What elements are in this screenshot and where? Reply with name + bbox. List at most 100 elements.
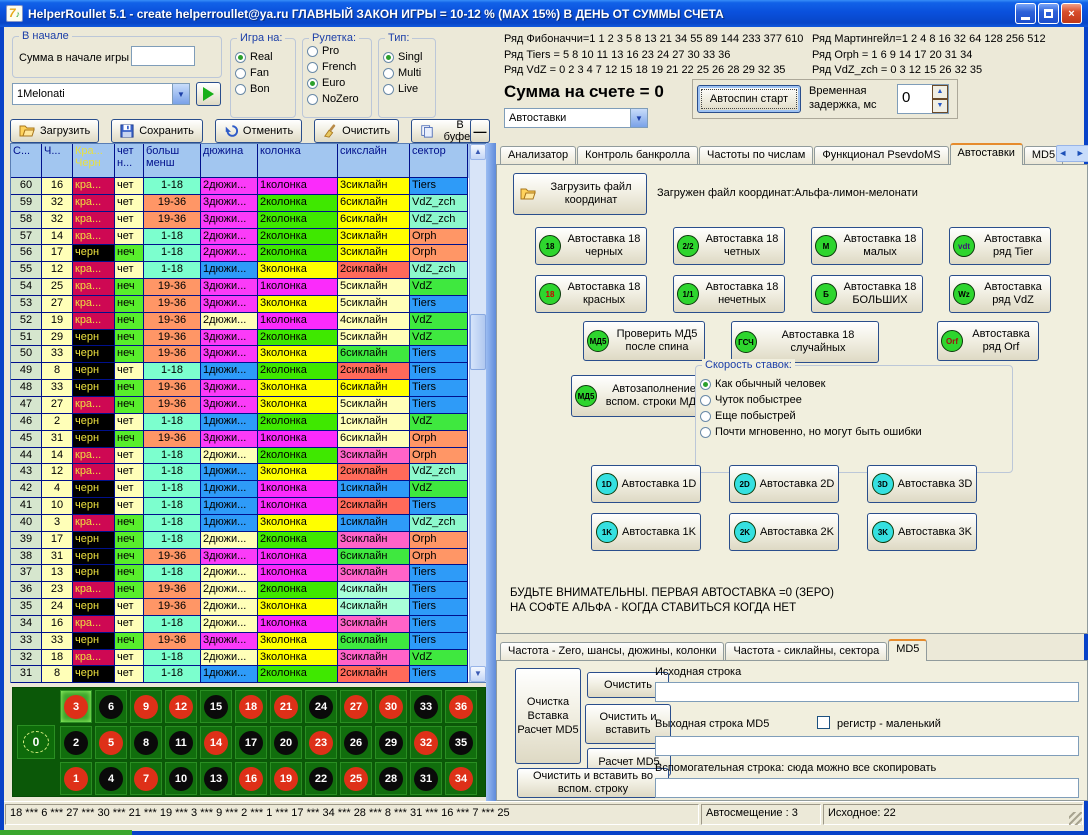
board-number-32[interactable]: 32 [410,726,442,759]
board-number-8[interactable]: 8 [130,726,162,759]
table-row[interactable]: 318чернчет1-181дюжи...2колонка2сиклайнTi… [11,666,486,683]
table-row[interactable]: 5129черннеч19-363дюжи...2колонка5сиклайн… [11,330,486,347]
board-number-35[interactable]: 35 [445,726,477,759]
radio-Pro[interactable]: Pro [307,45,367,57]
board-number-0[interactable]: 0 [17,725,55,759]
scrollbar-thumb[interactable] [470,314,486,370]
button-Автоставка 3K[interactable]: 3KАвтоставка 3K [867,513,977,551]
table-row[interactable]: 3524чернчет19-362дюжи...3колонка4сиклайн… [11,599,486,616]
button-Автоставка ряд Orf[interactable]: OrfАвтоставка ряд Orf [937,321,1039,361]
table-row[interactable]: 5327кра...неч19-363дюжи...3колонка5сикла… [11,296,486,313]
board-number-30[interactable]: 30 [375,690,407,723]
table-row[interactable]: 4531черннеч19-363дюжи...1колонка6сиклайн… [11,431,486,448]
board-number-25[interactable]: 25 [340,762,372,795]
board-number-4[interactable]: 4 [95,762,127,795]
board-number-19[interactable]: 19 [270,762,302,795]
table-row[interactable]: 403кра...неч1-181дюжи...3колонка1сиклайн… [11,515,486,532]
board-number-17[interactable]: 17 [235,726,267,759]
minimize-button[interactable] [1015,3,1036,24]
board-number-14[interactable]: 14 [200,726,232,759]
board-number-3[interactable]: 3 [60,690,92,723]
clear-paste-aux-button[interactable]: Очистить и вставить во вспом. строку [517,768,669,798]
toolbar-button-2[interactable]: Сохранить [111,119,203,143]
close-button[interactable]: × [1061,3,1082,24]
delay-spinner[interactable]: 0 ▲ ▼ [897,84,949,114]
radio-Еще побыстрей[interactable]: Еще побыстрей [700,410,1008,422]
table-row[interactable]: 4727кра...неч19-363дюжи...3колонка5сикла… [11,397,486,414]
table-row[interactable]: 3713черннеч1-182дюжи...1колонка3сиклайнT… [11,565,486,582]
radio-French[interactable]: French [307,61,367,73]
button-Автоставка 2K[interactable]: 2KАвтоставка 2K [729,513,839,551]
board-number-23[interactable]: 23 [305,726,337,759]
spinner-down-icon[interactable]: ▼ [932,99,948,113]
button-Автоставка 18 случайных[interactable]: ГСЧАвтоставка 18 случайных [731,321,879,363]
table-row[interactable]: 3831черннеч19-363дюжи...1колонка6сиклайн… [11,549,486,566]
board-number-11[interactable]: 11 [165,726,197,759]
radio-Чуток побыстрее[interactable]: Чуток побыстрее [700,394,1008,406]
scroll-down-icon[interactable]: ▼ [470,666,486,682]
tab-Анализатор[interactable]: Анализатор [500,146,576,165]
table-row[interactable]: 3218кра...чет1-182дюжи...3колонка3сиклай… [11,650,486,667]
toolbar-button-4[interactable]: Очистить [314,119,399,143]
source-string-input[interactable] [655,682,1079,702]
button-Автоставка ряд VdZ[interactable]: WzАвтоставка ряд VdZ [949,275,1051,313]
table-row[interactable]: 6016кра...чет1-182дюжи...1колонка3сиклай… [11,178,486,195]
tab-MD5[interactable]: MD5 [888,639,927,661]
button-Автозаполнение вспом. строки МД5[interactable]: МД5Автозаполнение вспом. строки МД5 [571,375,711,417]
table-row[interactable]: 5617черннеч1-182дюжи...2колонка3сиклайнO… [11,245,486,262]
table-row[interactable]: 3917черннеч1-182дюжи...2колонка3сиклайнO… [11,532,486,549]
tab-Автоставки[interactable]: Автоставки [950,143,1023,165]
table-scrollbar[interactable]: ▲ ▼ [469,144,486,682]
table-row[interactable]: 4833черннеч19-363дюжи...3колонка6сиклайн… [11,380,486,397]
radio-Как обычный человек[interactable]: Как обычный человек [700,378,1008,390]
radio-Bon[interactable]: Bon [235,83,291,95]
button-Автоставка ряд Tier[interactable]: vdtАвтоставка ряд Tier [949,227,1051,265]
button-Автоставка 2D[interactable]: 2DАвтоставка 2D [729,465,839,503]
splitter[interactable] [486,143,496,805]
board-number-21[interactable]: 21 [270,690,302,723]
preset-combo[interactable]: 1Melonati ▼ [12,83,190,105]
table-row[interactable]: 5425кра...неч19-363дюжи...1колонка5сикла… [11,279,486,296]
board-number-26[interactable]: 26 [340,726,372,759]
board-number-10[interactable]: 10 [165,762,197,795]
board-number-36[interactable]: 36 [445,690,477,723]
board-number-20[interactable]: 20 [270,726,302,759]
button-Автоставка 18 нечетных[interactable]: 1/1Автоставка 18 нечетных [673,275,785,313]
chevron-down-icon[interactable]: ▼ [630,109,647,127]
table-row[interactable]: 5219кра...неч19-362дюжи...1колонка4сикла… [11,313,486,330]
board-number-1[interactable]: 1 [60,762,92,795]
table-row[interactable]: 424чернчет1-181дюжи...1колонка1сиклайнVd… [11,481,486,498]
table-row[interactable]: 4312кра...чет1-181дюжи...3колонка2сиклай… [11,464,486,481]
board-number-15[interactable]: 15 [200,690,232,723]
clear-paste-calc-button[interactable]: Очистка Вставка Расчет MD5 [515,668,581,764]
radio-Live[interactable]: Live [383,83,431,95]
tab-Функционал PsevdoMS[interactable]: Функционал PsevdoMS [814,146,948,165]
radio-Singl[interactable]: Singl [383,51,431,63]
table-row[interactable]: 498чернчет1-181дюжи...2колонка2сиклайнTi… [11,363,486,380]
toolbar-button-3[interactable]: Отменить [215,119,302,143]
board-number-13[interactable]: 13 [200,762,232,795]
table-row[interactable]: 5832кра...чет19-363дюжи...2колонка6сикла… [11,212,486,229]
maximize-button[interactable] [1038,3,1059,24]
tab-Частоты по числам[interactable]: Частоты по числам [699,146,813,165]
board-number-7[interactable]: 7 [130,762,162,795]
button-Автоставка 1D[interactable]: 1DАвтоставка 1D [591,465,701,503]
load-coordinates-button[interactable]: Загрузить файл координат [513,173,647,215]
button-Автоставка 1K[interactable]: 1KАвтоставка 1K [591,513,701,551]
table-row[interactable]: 3416кра...чет1-182дюжи...1колонка3сиклай… [11,616,486,633]
board-number-29[interactable]: 29 [375,726,407,759]
play-button[interactable] [196,82,221,106]
radio-Multi[interactable]: Multi [383,67,431,79]
radio-NoZero[interactable]: NoZero [307,93,367,105]
board-number-2[interactable]: 2 [60,726,92,759]
table-row[interactable]: 5932кра...чет19-363дюжи...2колонка6сикла… [11,195,486,212]
tab-scroll-arrows[interactable]: ◄ ► [1056,145,1088,162]
button-Автоставка 3D[interactable]: 3DАвтоставка 3D [867,465,977,503]
board-number-5[interactable]: 5 [95,726,127,759]
board-number-16[interactable]: 16 [235,762,267,795]
board-number-9[interactable]: 9 [130,690,162,723]
aux-string-input[interactable] [655,778,1079,798]
board-number-18[interactable]: 18 [235,690,267,723]
table-row[interactable]: 462чернчет1-181дюжи...2колонка1сиклайнVd… [11,414,486,431]
board-number-34[interactable]: 34 [445,762,477,795]
